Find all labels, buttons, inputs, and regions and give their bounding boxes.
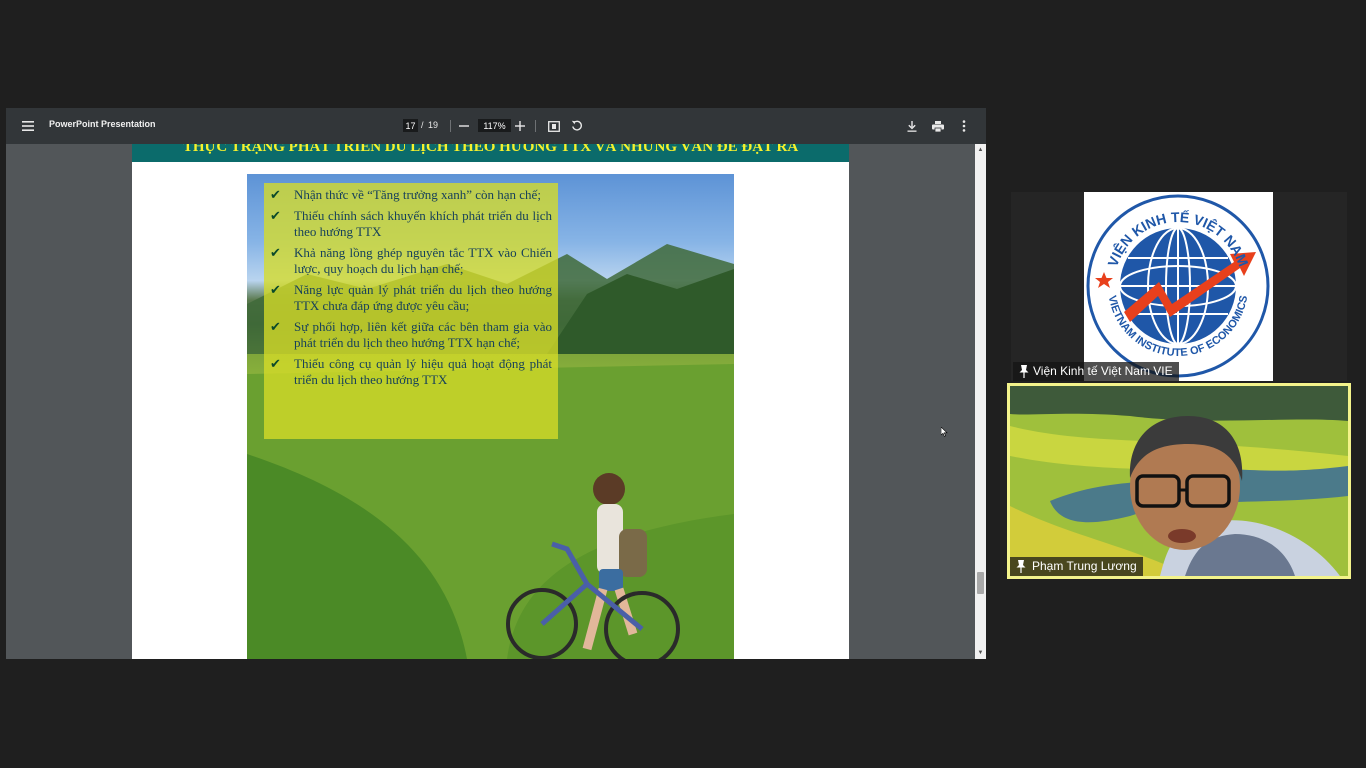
toolbar-divider bbox=[535, 120, 536, 132]
list-item: ✔ Sự phối hợp, liên kết giữa các bên tha… bbox=[270, 319, 552, 351]
participant-name: Viện Kinh tế Việt Nam VIE bbox=[1033, 364, 1173, 378]
vertical-scrollbar[interactable]: ▲ ▼ bbox=[975, 144, 986, 659]
participant-tile-speaker[interactable]: Phạm Trung Lương bbox=[1007, 383, 1351, 579]
list-item: ✔ Thiếu công cụ quản lý hiệu quả hoạt độ… bbox=[270, 356, 552, 388]
pin-icon bbox=[1016, 560, 1026, 573]
bullet-text: Khả năng lồng ghép nguyên tắc TTX vào Ch… bbox=[294, 245, 552, 276]
bullet-text: Nhận thức về “Tăng trưởng xanh” còn hạn … bbox=[294, 187, 541, 202]
slide-title-bar: THỰC TRẠNG PHÁT TRIỂN DU LỊCH THEO HƯỚNG… bbox=[132, 144, 849, 162]
slide-photo: ✔ Nhận thức về “Tăng trưởng xanh” còn hạ… bbox=[247, 174, 734, 659]
check-icon: ✔ bbox=[270, 187, 281, 202]
pdf-page: THỰC TRẠNG PHÁT TRIỂN DU LỊCH THEO HƯỚNG… bbox=[132, 144, 849, 659]
scroll-down-arrow-icon[interactable]: ▼ bbox=[975, 649, 986, 657]
more-options-icon bbox=[962, 120, 966, 132]
check-icon: ✔ bbox=[270, 319, 281, 334]
scrollbar-thumb[interactable] bbox=[977, 572, 984, 594]
pin-icon bbox=[1019, 365, 1029, 378]
list-item: ✔ Năng lực quản lý phát triển du lịch th… bbox=[270, 282, 552, 314]
check-icon: ✔ bbox=[270, 282, 281, 297]
bullet-list: ✔ Nhận thức về “Tăng trưởng xanh” còn hạ… bbox=[264, 183, 558, 439]
document-title: PowerPoint Presentation bbox=[49, 119, 156, 129]
more-options-button[interactable] bbox=[955, 117, 973, 135]
participant-name-label: Phạm Trung Lương bbox=[1010, 557, 1143, 576]
list-item: ✔ Nhận thức về “Tăng trưởng xanh” còn hạ… bbox=[270, 187, 552, 203]
plus-icon bbox=[515, 121, 525, 131]
participant-name-label: Viện Kinh tế Việt Nam VIE bbox=[1013, 362, 1179, 381]
print-icon bbox=[932, 120, 944, 132]
check-icon: ✔ bbox=[270, 245, 281, 260]
pdf-toolbar: PowerPoint Presentation 17 / 19 117% bbox=[6, 108, 986, 144]
total-pages: 19 bbox=[428, 120, 439, 130]
list-item: ✔ Khả năng lồng ghép nguyên tắc TTX vào … bbox=[270, 245, 552, 277]
toolbar-divider bbox=[450, 120, 451, 132]
minus-icon bbox=[459, 125, 469, 127]
mouse-cursor-icon bbox=[941, 427, 948, 437]
slide-title: THỰC TRẠNG PHÁT TRIỂN DU LỊCH THEO HƯỚNG… bbox=[182, 144, 799, 155]
list-item: ✔ Thiếu chính sách khuyến khích phát tri… bbox=[270, 208, 552, 240]
bullet-text: Năng lực quản lý phát triển du lịch theo… bbox=[294, 282, 552, 313]
bullet-text: Sự phối hợp, liên kết giữa các bên tham … bbox=[294, 319, 552, 350]
check-icon: ✔ bbox=[270, 356, 281, 371]
rotate-icon bbox=[571, 120, 582, 131]
rotate-button[interactable] bbox=[568, 117, 586, 135]
institute-logo: VIỆN KINH TẾ VIỆT NAM VIETNAM INSTITUTE … bbox=[1084, 192, 1273, 381]
zoom-level-input[interactable]: 117% bbox=[478, 119, 511, 132]
fit-to-page-icon bbox=[548, 120, 560, 132]
page-separator: / bbox=[421, 120, 424, 130]
bullet-text: Thiếu chính sách khuyến khích phát triển… bbox=[294, 208, 552, 239]
pdf-viewer: PowerPoint Presentation 17 / 19 117% THỰ… bbox=[6, 108, 986, 659]
participant-name: Phạm Trung Lương bbox=[1032, 559, 1137, 573]
scroll-up-arrow-icon[interactable]: ▲ bbox=[975, 146, 986, 154]
speaker-video-feed bbox=[1010, 386, 1348, 576]
print-button[interactable] bbox=[929, 117, 947, 135]
zoom-in-button[interactable] bbox=[511, 117, 529, 135]
bullet-text: Thiếu công cụ quản lý hiệu quả hoạt động… bbox=[294, 356, 552, 387]
hamburger-menu-icon[interactable] bbox=[19, 117, 37, 135]
page-number-input[interactable]: 17 bbox=[403, 119, 418, 132]
fit-to-page-button[interactable] bbox=[545, 117, 563, 135]
participant-tile-vie[interactable]: VIỆN KINH TẾ VIỆT NAM VIETNAM INSTITUTE … bbox=[1011, 192, 1347, 381]
download-button[interactable] bbox=[903, 117, 921, 135]
globe-logo-icon: VIỆN KINH TẾ VIỆT NAM VIETNAM INSTITUTE … bbox=[1086, 194, 1270, 378]
zoom-out-button[interactable] bbox=[455, 117, 473, 135]
download-icon bbox=[907, 120, 917, 132]
check-icon: ✔ bbox=[270, 208, 281, 223]
